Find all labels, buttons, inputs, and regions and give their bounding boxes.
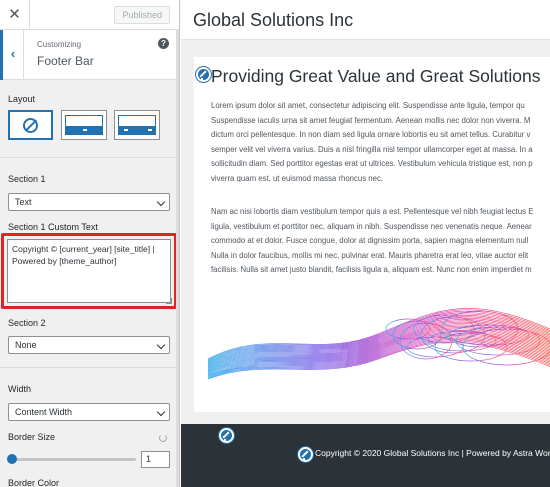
chevron-down-icon: [156, 407, 166, 417]
width-value: Content Width: [15, 407, 73, 417]
section-header: ‹ Customizing Footer Bar ?: [0, 30, 179, 80]
highlight-box: Copyright © [current_year] [site_title] …: [1, 233, 177, 309]
border-color-label: Border Color: [8, 478, 60, 487]
layout-option-none[interactable]: [8, 110, 53, 140]
site-preview: Global Solutions Inc Providing Great Val…: [181, 0, 550, 487]
paragraph-2: Nam ac nisi lobortis diam vestibulum tem…: [211, 205, 550, 278]
footer-copyright: Copyright © 2020 Global Solutions Inc | …: [315, 448, 550, 458]
width-label: Width: [8, 384, 32, 394]
divider: [0, 367, 179, 368]
border-size-slider-thumb[interactable]: [7, 454, 17, 464]
section1-custom-text-field[interactable]: Copyright © [current_year] [site_title] …: [7, 239, 171, 303]
abstract-wave-image: [208, 308, 550, 380]
site-footer: Copyright © 2020 Global Solutions Inc | …: [181, 424, 550, 487]
section1-text-label: Section 1 Custom Text: [8, 222, 98, 232]
edit-pencil-icon[interactable]: [196, 67, 211, 82]
paragraph-line: facilisis. Nulla sit amet justo blandit,…: [211, 265, 532, 275]
layout-option-1[interactable]: [61, 110, 107, 140]
close-icon[interactable]: ✕: [0, 0, 30, 30]
customizing-label: Customizing: [37, 40, 82, 49]
paragraph-line: sollicitudin diam. Sed porttitor egestas…: [211, 159, 533, 169]
border-size-input[interactable]: 1: [141, 451, 170, 468]
paragraph-line: semper velit vel viverra varius. Duis a …: [211, 144, 533, 154]
paragraph-line: commodo at et dolor. Fusce congue, dolor…: [211, 236, 529, 246]
back-arrow-icon[interactable]: ‹: [0, 30, 24, 80]
edit-pencil-icon[interactable]: [219, 428, 234, 443]
paragraph-line: Lorem ipsum dolor sit amet, consectetur …: [211, 101, 525, 110]
border-size-slider-track[interactable]: [10, 458, 136, 461]
border-size-label: Border Size: [8, 432, 56, 442]
paragraph-line: Nam ac nisi lobortis diam vestibulum tem…: [211, 207, 534, 216]
chevron-down-icon: [156, 197, 166, 207]
paragraph-line: Nulla in dolor faucibus, mollis mi nec, …: [211, 250, 529, 260]
paragraph-1: Lorem ipsum dolor sit amet, consectetur …: [211, 99, 550, 187]
help-icon[interactable]: ?: [158, 38, 169, 49]
section1-label: Section 1: [8, 174, 46, 184]
chevron-down-icon: [156, 340, 166, 350]
section1-value: Text: [15, 197, 32, 207]
section2-label: Section 2: [8, 318, 46, 328]
post-title: Providing Great Value and Great Solution…: [211, 66, 541, 86]
customizer-sidebar: ✕ Published ‹ Customizing Footer Bar ? L…: [0, 0, 180, 487]
section-title: Footer Bar: [37, 54, 94, 68]
layout-option-2[interactable]: [114, 110, 160, 140]
layout-1-icon: [65, 115, 103, 135]
paragraph-line: Suspendisse iaculis urna sit amet feugia…: [211, 115, 531, 125]
paragraph-line: viverra quam est, ut euismod massa rhonc…: [211, 173, 384, 183]
reset-icon[interactable]: [159, 434, 167, 442]
post-content: Providing Great Value and Great Solution…: [194, 57, 550, 412]
paragraph-line: dictum orci pellentesque. In non diam se…: [211, 130, 531, 140]
customizer-topbar: ✕ Published: [0, 0, 179, 30]
paragraph-line: ligula, vestibulum et porttitor nec, ali…: [211, 221, 532, 231]
scrollbar[interactable]: [176, 30, 179, 487]
site-header: Global Solutions Inc: [181, 0, 550, 40]
layout-label: Layout: [8, 94, 36, 104]
disabled-icon: [23, 117, 38, 133]
edit-pencil-icon[interactable]: [298, 447, 313, 462]
site-title[interactable]: Global Solutions Inc: [193, 10, 353, 31]
divider: [0, 157, 179, 158]
layout-2-icon: [118, 115, 156, 135]
publish-button[interactable]: Published: [114, 6, 170, 24]
section1-select[interactable]: Text: [8, 193, 170, 211]
width-select[interactable]: Content Width: [8, 403, 170, 421]
section2-select[interactable]: None: [8, 336, 170, 354]
resize-handle[interactable]: [166, 298, 172, 304]
section2-value: None: [15, 340, 37, 350]
